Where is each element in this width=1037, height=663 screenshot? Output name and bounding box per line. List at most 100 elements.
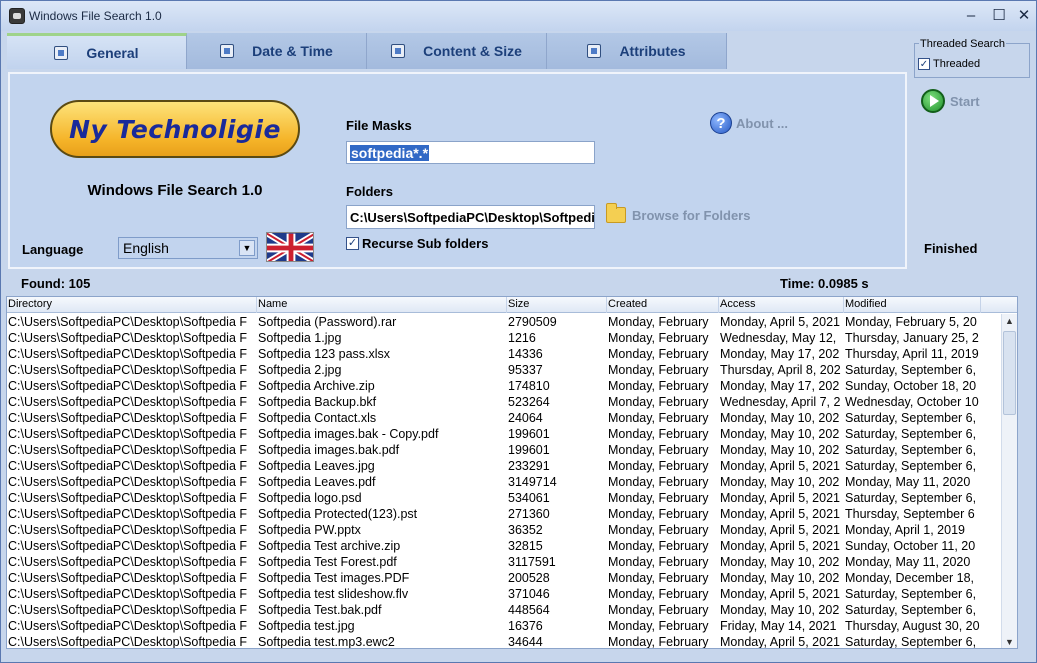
checkbox-checked-icon[interactable]: ✓ [918,58,930,70]
table-row[interactable]: C:\Users\SoftpediaPC\Desktop\Softpedia F… [7,378,1003,394]
cell-created: Monday, February [608,507,709,521]
cell-access: Monday, May 17, 202 [720,347,840,361]
table-row[interactable]: C:\Users\SoftpediaPC\Desktop\Softpedia F… [7,602,1003,618]
title-bar[interactable]: Windows File Search 1.0 – ☐ ✕ [1,1,1036,31]
scroll-thumb[interactable] [1003,331,1016,415]
table-row[interactable]: C:\Users\SoftpediaPC\Desktop\Softpedia F… [7,394,1003,410]
folders-input[interactable]: C:\Users\SoftpediaPC\Desktop\Softpedi [346,205,595,229]
recurse-checkbox[interactable]: ✓ Recurse Sub folders [346,236,488,251]
table-row[interactable]: C:\Users\SoftpediaPC\Desktop\Softpedia F… [7,618,1003,634]
table-row[interactable]: C:\Users\SoftpediaPC\Desktop\Softpedia F… [7,426,1003,442]
cell-name: Softpedia Archive.zip [258,379,375,393]
chevron-down-icon[interactable]: ▼ [239,240,255,256]
cell-size: 448564 [508,603,550,617]
cell-created: Monday, February [608,475,709,489]
table-row[interactable]: C:\Users\SoftpediaPC\Desktop\Softpedia F… [7,346,1003,362]
column-header-created[interactable]: Created [607,297,719,313]
cell-size: 3117591 [508,555,556,569]
table-row[interactable]: C:\Users\SoftpediaPC\Desktop\Softpedia F… [7,362,1003,378]
cell-name: Softpedia test.jpg [258,619,355,633]
cell-modified: Sunday, October 18, 20 [845,379,977,393]
table-row[interactable]: C:\Users\SoftpediaPC\Desktop\Softpedia F… [7,442,1003,458]
table-row[interactable]: C:\Users\SoftpediaPC\Desktop\Softpedia F… [7,554,1003,570]
cell-name: Softpedia 123 pass.xlsx [258,347,391,361]
cell-directory: C:\Users\SoftpediaPC\Desktop\Softpedia F [8,635,248,649]
tab-attributes[interactable]: Attributes [547,33,727,69]
cell-name: Softpedia test slideshow.flv [258,587,409,601]
cell-created: Monday, February [608,331,709,345]
cell-created: Monday, February [608,347,709,361]
cell-name: Softpedia 2.jpg [258,363,342,377]
found-count: Found: 105 [21,276,91,291]
cell-name: Softpedia test.mp3.ewc2 [258,635,395,649]
document-icon [391,44,406,58]
tab-general[interactable]: General [7,33,187,69]
tab-date-time[interactable]: Date & Time [187,33,367,69]
results-list[interactable]: Directory Name Size Created Access Modif… [6,296,1018,649]
file-masks-input[interactable]: softpedia*.* [346,141,595,164]
cell-access: Monday, May 17, 202 [720,379,840,393]
cell-size: 3149714 [508,475,557,489]
table-row[interactable]: C:\Users\SoftpediaPC\Desktop\Softpedia F… [7,458,1003,474]
table-row[interactable]: C:\Users\SoftpediaPC\Desktop\Softpedia F… [7,330,1003,346]
cell-size: 174810 [508,379,550,393]
table-row[interactable]: C:\Users\SoftpediaPC\Desktop\Softpedia F… [7,522,1003,538]
cell-modified: Thursday, August 30, 20 [845,619,980,633]
magnifier-icon [54,45,69,60]
column-header-size[interactable]: Size [507,297,607,313]
table-row[interactable]: C:\Users\SoftpediaPC\Desktop\Softpedia F… [7,570,1003,586]
threaded-checkbox[interactable]: ✓ Threaded [918,58,980,70]
cell-access: Monday, April 5, 2021 [720,507,840,521]
browse-folders-button[interactable]: Browse for Folders [606,203,750,223]
cell-name: Softpedia PW.pptx [258,523,361,537]
column-header-modified[interactable]: Modified [844,297,981,313]
table-row[interactable]: C:\Users\SoftpediaPC\Desktop\Softpedia F… [7,410,1003,426]
table-row[interactable]: C:\Users\SoftpediaPC\Desktop\Softpedia F… [7,490,1003,506]
cell-directory: C:\Users\SoftpediaPC\Desktop\Softpedia F [8,507,248,521]
cell-directory: C:\Users\SoftpediaPC\Desktop\Softpedia F [8,443,248,457]
cell-created: Monday, February [608,635,709,649]
minimize-button[interactable]: – [959,5,983,27]
cell-size: 523264 [508,395,550,409]
table-row[interactable]: C:\Users\SoftpediaPC\Desktop\Softpedia F… [7,634,1003,649]
vertical-scrollbar[interactable]: ▲ ▼ [1001,314,1017,648]
calendar-icon [220,44,235,58]
table-row[interactable]: C:\Users\SoftpediaPC\Desktop\Softpedia F… [7,586,1003,602]
cell-created: Monday, February [608,379,709,393]
cell-created: Monday, February [608,363,709,377]
cell-modified: Saturday, September 6, [845,587,977,601]
scroll-down-icon[interactable]: ▼ [1002,635,1017,648]
cell-created: Monday, February [608,523,709,537]
cell-modified: Wednesday, October 10 [845,395,979,409]
tab-content-size[interactable]: Content & Size [367,33,547,69]
cell-created: Monday, February [608,315,709,329]
cell-created: Monday, February [608,491,709,505]
table-row[interactable]: C:\Users\SoftpediaPC\Desktop\Softpedia F… [7,474,1003,490]
table-row[interactable]: C:\Users\SoftpediaPC\Desktop\Softpedia F… [7,538,1003,554]
cell-access: Monday, May 10, 202 [720,411,840,425]
column-header-directory[interactable]: Directory [7,297,257,313]
cell-created: Monday, February [608,443,709,457]
cell-modified: Thursday, April 11, 2019 [845,347,979,361]
checkbox-checked-icon[interactable]: ✓ [346,237,359,250]
column-header-access[interactable]: Access [719,297,844,313]
scroll-up-icon[interactable]: ▲ [1002,314,1017,329]
about-label: About ... [736,115,788,131]
cell-name: Softpedia 1.jpg [258,331,342,345]
cell-name: Softpedia Leaves.pdf [258,475,376,489]
cell-directory: C:\Users\SoftpediaPC\Desktop\Softpedia F [8,491,248,505]
close-button[interactable]: ✕ [1012,5,1036,27]
cell-modified: Monday, May 11, 2020 [845,555,971,569]
start-button[interactable]: Start [921,89,980,113]
maximize-button[interactable]: ☐ [987,5,1011,27]
about-button[interactable]: ? About ... [710,112,788,134]
table-row[interactable]: C:\Users\SoftpediaPC\Desktop\Softpedia F… [7,506,1003,522]
language-select[interactable]: English ▼ [118,237,258,259]
table-row[interactable]: C:\Users\SoftpediaPC\Desktop\Softpedia F… [7,314,1003,330]
cell-modified: Saturday, September 6, [845,427,977,441]
column-header-name[interactable]: Name [257,297,507,313]
cell-access: Monday, April 5, 2021 [720,491,840,505]
cell-modified: Saturday, September 6, [845,635,977,649]
cell-size: 199601 [508,443,550,457]
cell-modified: Saturday, September 6, [845,411,977,425]
